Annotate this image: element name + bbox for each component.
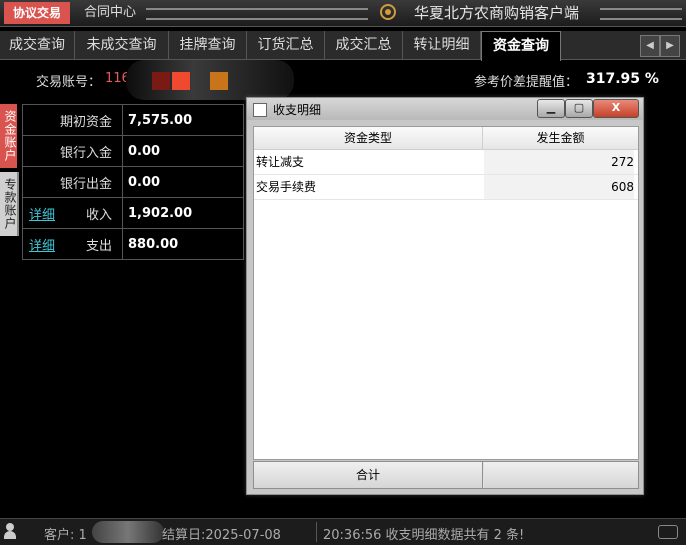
row-label: 银行出金 — [22, 166, 123, 198]
query-tab-bar: 成交查询 未成交查询 挂牌查询 订货汇总 成交汇总 转让明细 资金查询 ◀ ▶ — [0, 31, 686, 61]
expense-detail-link[interactable]: 详细 — [29, 235, 55, 254]
tab-transfer-detail[interactable]: 转让明细 — [403, 31, 481, 59]
minimize-icon[interactable]: ▁ — [537, 99, 565, 118]
income-detail-link[interactable]: 详细 — [29, 204, 55, 223]
dialog-title: 收支明细 — [273, 103, 322, 117]
redaction-block — [152, 72, 170, 90]
column-header-amount[interactable]: 发生金额 — [483, 127, 638, 149]
table-row[interactable]: 交易手续费 608 — [254, 175, 638, 200]
app-logo-icon — [380, 4, 396, 20]
cell-fund-type: 转让减支 — [256, 155, 305, 169]
table-row: 详细 支出 880.00 — [22, 228, 244, 260]
decorative-divider — [600, 8, 682, 20]
side-tab-special-account[interactable]: 专款账户 — [0, 172, 19, 236]
row-label: 期初资金 — [22, 104, 123, 136]
account-label: 交易账号： — [36, 75, 102, 90]
row-label: 支出 — [85, 238, 112, 254]
side-tab-fund-account[interactable]: 资金账户 — [0, 104, 17, 168]
ref-price-label: 参考价差提醒值： — [474, 75, 579, 90]
tab-deal-query[interactable]: 成交查询 — [0, 31, 75, 59]
row-label: 收入 — [85, 207, 112, 223]
maximize-icon[interactable]: ▢ — [565, 99, 593, 118]
scroll-left-icon[interactable]: ◀ — [640, 35, 660, 57]
detail-grid: 资金类型 发生金额 转让减支 272 交易手续费 608 — [253, 126, 639, 460]
redaction-block — [210, 72, 228, 90]
tab-deal-summary[interactable]: 成交汇总 — [325, 31, 403, 59]
total-label: 合计 — [254, 462, 483, 488]
table-row: 期初资金 7,575.00 — [22, 104, 244, 136]
decorative-divider — [146, 8, 368, 20]
tab-contract-center[interactable]: 合同中心 — [84, 2, 136, 24]
tab-fund-query[interactable]: 资金查询 — [481, 31, 561, 61]
redaction-block — [172, 72, 190, 90]
customer-info: 客户: 1 — [44, 528, 87, 543]
table-row[interactable]: 转让减支 272 — [254, 150, 638, 175]
scroll-right-icon[interactable]: ▶ — [660, 35, 680, 57]
user-icon — [4, 523, 16, 539]
settlement-date: 结算日:2025-07-08 — [162, 528, 281, 543]
cell-fund-type: 交易手续费 — [256, 180, 317, 194]
close-icon[interactable]: X — [593, 99, 639, 118]
row-value: 7,575.00 — [122, 104, 244, 136]
keyboard-icon[interactable] — [658, 525, 678, 539]
table-row: 银行入金 0.00 — [22, 135, 244, 167]
redaction-blur — [92, 521, 164, 543]
table-row: 详细 收入 1,902.00 — [22, 197, 244, 229]
status-message: 20:36:56 收支明细数据共有 2 条! — [323, 528, 525, 543]
window-icon — [253, 103, 267, 117]
income-expense-dialog: 收支明细 ▁ ▢ X 资金类型 发生金额 转让减支 272 交易手续费 608 … — [246, 97, 644, 495]
row-label: 银行入金 — [22, 135, 123, 167]
row-value: 0.00 — [122, 135, 244, 167]
total-value — [484, 462, 638, 488]
column-header-fund-type[interactable]: 资金类型 — [254, 127, 483, 149]
tab-order-summary[interactable]: 订货汇总 — [247, 31, 325, 59]
row-value: 880.00 — [122, 228, 244, 260]
cell-amount: 608 — [484, 175, 634, 199]
table-row: 银行出金 0.00 — [22, 166, 244, 198]
tab-listing-query[interactable]: 挂牌查询 — [169, 31, 247, 59]
status-divider — [316, 522, 317, 542]
fund-summary-table: 期初资金 7,575.00 银行入金 0.00 银行出金 0.00 详细 收入 … — [22, 104, 244, 260]
status-bar: 客户: 1 结算日:2025-07-08 20:36:56 收支明细数据共有 2… — [0, 518, 686, 545]
grid-footer: 合计 — [253, 461, 639, 489]
ref-price-value: 317.95 % — [586, 71, 659, 87]
tab-protocol-trading[interactable]: 协议交易 — [4, 2, 70, 24]
top-bar: 协议交易 合同中心 华夏北方农商购销客户端 — [0, 0, 686, 27]
grid-header: 资金类型 发生金额 — [254, 127, 638, 150]
row-value: 0.00 — [122, 166, 244, 198]
cell-amount: 272 — [484, 150, 634, 174]
app-title: 华夏北方农商购销客户端 — [414, 4, 580, 22]
dialog-title-bar[interactable]: 收支明细 ▁ ▢ X — [247, 98, 643, 120]
row-value: 1,902.00 — [122, 197, 244, 229]
tab-undealt-query[interactable]: 未成交查询 — [75, 31, 169, 59]
